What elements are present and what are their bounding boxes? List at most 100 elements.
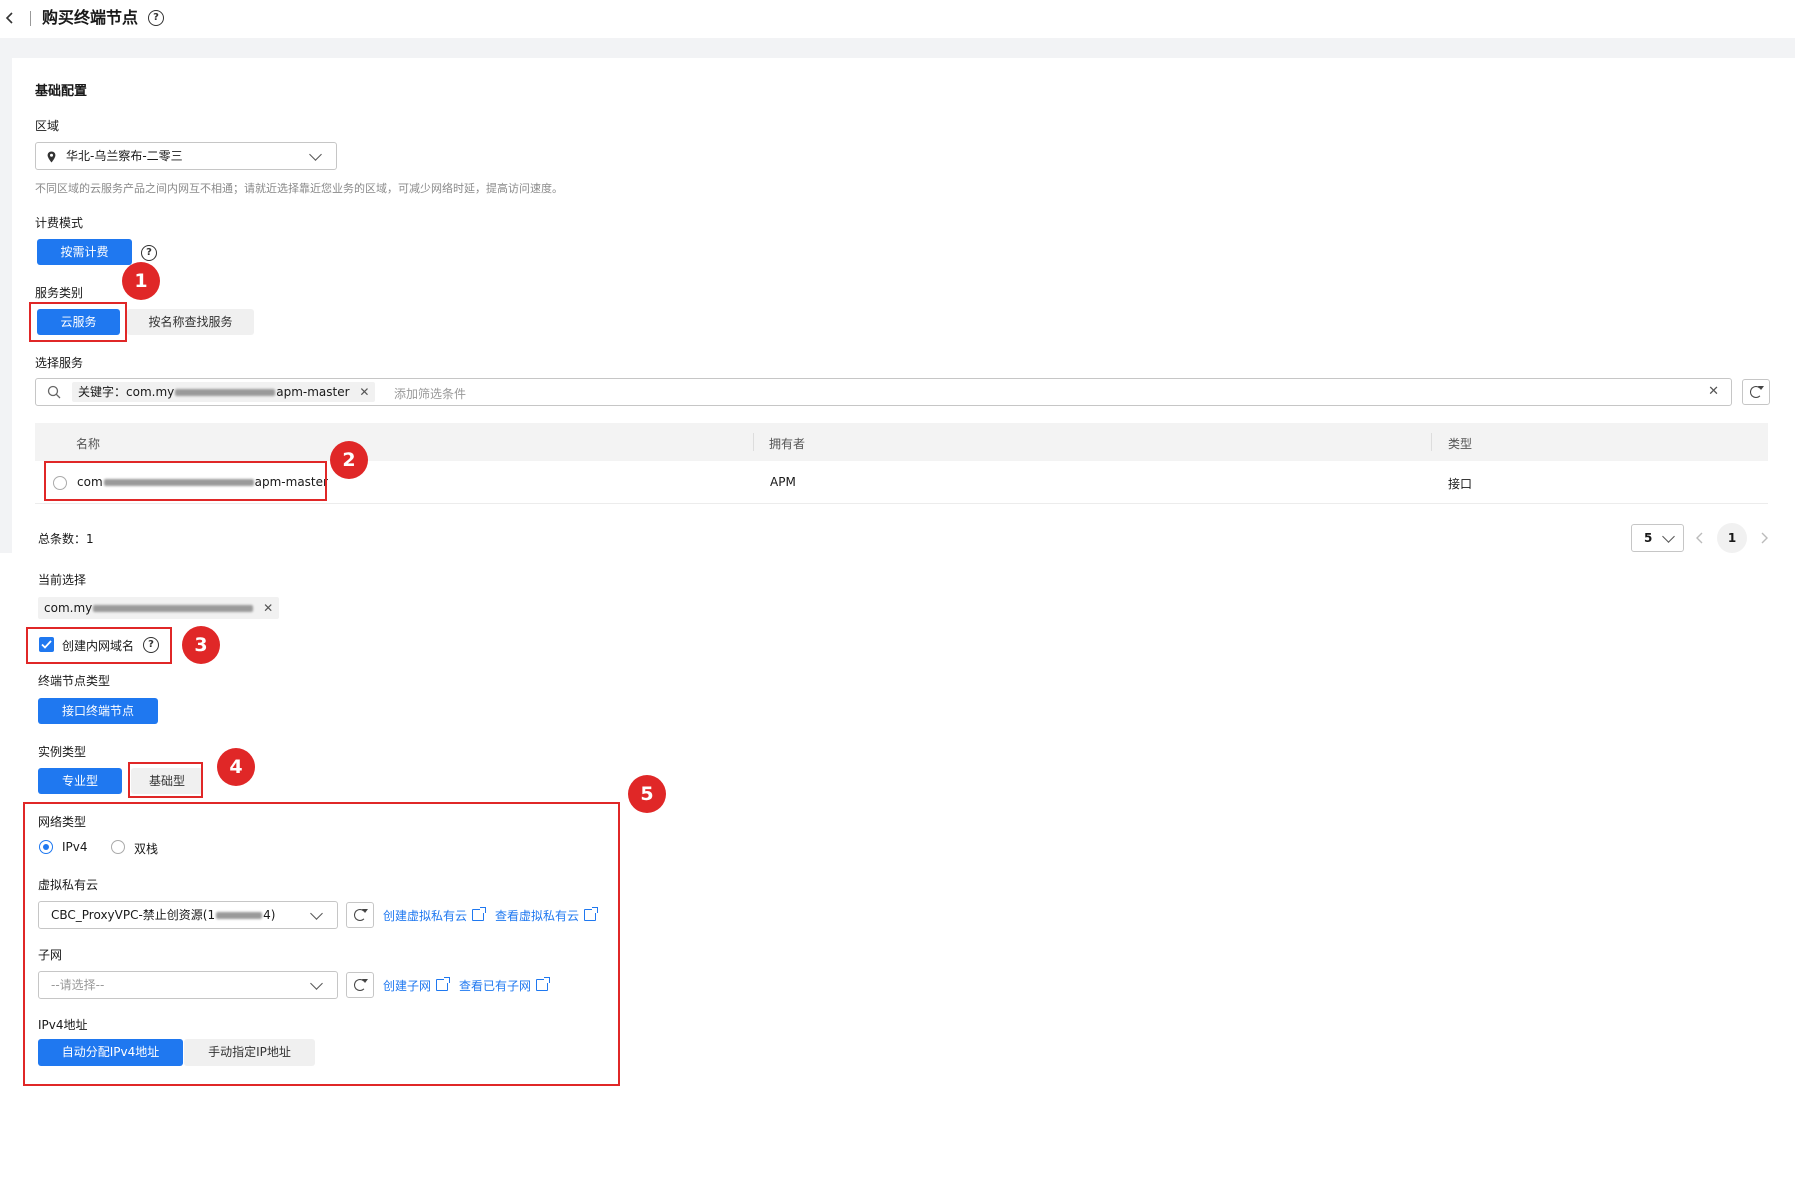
- region-value: 华北-乌兰察布-二零三: [66, 149, 183, 163]
- keyword-filter-chip: 关键字：com.my apm-master ✕: [72, 382, 376, 402]
- view-subnet-link-text: 查看已有子网: [459, 979, 532, 993]
- external-link-icon: [472, 907, 487, 921]
- dns-help-icon[interactable]: ?: [143, 637, 159, 653]
- vpc-value: CBC_ProxyVPC-禁止创资源(1 4): [51, 902, 275, 928]
- page-background: [0, 38, 1795, 58]
- network-type-dualstack-radio[interactable]: [111, 840, 125, 854]
- redacted-text: [93, 605, 254, 612]
- create-vpc-link-text: 创建虚拟私有云: [383, 909, 468, 923]
- back-arrow-icon[interactable]: [2, 10, 18, 26]
- network-type-ipv4-radio[interactable]: [39, 840, 53, 854]
- keyword-chip-suffix: apm-master: [276, 385, 350, 399]
- page-title: 购买终端节点: [42, 8, 139, 27]
- row-owner: APM: [770, 475, 796, 489]
- top-bar: [0, 0, 1795, 38]
- selection-close-icon[interactable]: ✕: [263, 601, 273, 615]
- annotation-badge-1: 1: [122, 262, 160, 300]
- redacted-text: [216, 912, 263, 919]
- page-number-current[interactable]: 1: [1717, 523, 1747, 553]
- column-divider: [1431, 433, 1432, 451]
- endpoint-type-label: 终端节点类型: [38, 674, 111, 688]
- search-refresh-icon[interactable]: [1742, 379, 1770, 405]
- keyword-chip-prefix: 关键字：com.my: [78, 385, 175, 399]
- vpc-select[interactable]: CBC_ProxyVPC-禁止创资源(1 4): [38, 901, 338, 929]
- column-header-type: 类型: [1448, 437, 1473, 451]
- next-page-icon[interactable]: [1759, 531, 1769, 545]
- network-type-dualstack-label[interactable]: 双栈: [134, 840, 158, 857]
- view-subnet-link[interactable]: 查看已有子网: [459, 977, 551, 994]
- network-type-ipv4-label[interactable]: IPv4: [62, 840, 88, 854]
- external-link-icon: [536, 977, 551, 991]
- total-count: 总条数：1: [38, 530, 94, 547]
- chip-close-icon[interactable]: ✕: [359, 385, 369, 399]
- subnet-label: 子网: [38, 948, 63, 962]
- chevron-down-icon: [310, 977, 323, 990]
- title-separator: [30, 11, 31, 26]
- create-subnet-link[interactable]: 创建子网: [383, 977, 451, 994]
- external-link-icon: [436, 977, 451, 991]
- billing-help-icon[interactable]: ?: [141, 245, 157, 261]
- category-by-name-button[interactable]: 按名称查找服务: [127, 309, 254, 335]
- view-vpc-link-text: 查看虚拟私有云: [495, 909, 580, 923]
- page-size-select[interactable]: 5: [1631, 524, 1684, 552]
- clear-search-icon[interactable]: ✕: [1708, 384, 1719, 399]
- annotation-badge-2: 2: [330, 441, 368, 479]
- current-selection-label: 当前选择: [38, 573, 87, 587]
- row-type: 接口: [1448, 477, 1473, 491]
- column-header-name: 名称: [76, 437, 101, 451]
- location-pin-icon: [47, 151, 56, 163]
- total-value: 1: [86, 532, 94, 546]
- network-type-label: 网络类型: [38, 815, 87, 829]
- prev-page-icon[interactable]: [1695, 531, 1705, 545]
- section-title: 基础配置: [35, 84, 88, 99]
- redacted-text: [175, 389, 276, 396]
- instance-type-label: 实例类型: [38, 745, 87, 759]
- create-dns-checkbox[interactable]: [39, 637, 54, 652]
- ipv4-auto-assign-button[interactable]: 自动分配IPv4地址: [38, 1039, 183, 1066]
- annotation-box-4: [128, 762, 203, 798]
- chevron-down-icon: [309, 148, 322, 161]
- checkmark-icon: [41, 640, 52, 649]
- create-subnet-link-text: 创建子网: [383, 979, 432, 993]
- current-selection-chip: com.my ✕: [38, 597, 280, 619]
- total-label: 总条数：: [38, 532, 87, 546]
- annotation-badge-4: 4: [217, 748, 255, 786]
- column-header-owner: 拥有者: [769, 437, 806, 451]
- view-vpc-link[interactable]: 查看虚拟私有云: [495, 907, 599, 924]
- subnet-select[interactable]: --请选择--: [38, 971, 338, 999]
- region-label: 区域: [35, 119, 60, 133]
- subnet-refresh-icon[interactable]: [346, 972, 374, 998]
- category-cloud-service-button[interactable]: 云服务: [37, 309, 120, 335]
- instance-type-professional-button[interactable]: 专业型: [38, 768, 122, 794]
- service-table-header: 名称 拥有者 类型: [35, 423, 1768, 461]
- annotation-badge-5: 5: [628, 775, 666, 813]
- page-size-value: 5: [1644, 531, 1653, 545]
- ipv4-address-label: IPv4地址: [38, 1018, 88, 1032]
- page-background-left: [0, 58, 12, 553]
- billing-on-demand-button[interactable]: 按需计费: [37, 239, 132, 265]
- chevron-down-icon: [1662, 530, 1675, 543]
- help-icon[interactable]: ?: [148, 10, 164, 26]
- vpc-value-prefix: CBC_ProxyVPC-禁止创资源(1: [51, 908, 216, 922]
- service-category-label: 服务类别: [35, 286, 84, 300]
- billing-label: 计费模式: [35, 216, 84, 230]
- vpc-value-suffix: 4): [263, 908, 276, 922]
- annotation-badge-3: 3: [182, 626, 220, 664]
- search-icon: [47, 385, 61, 399]
- column-divider: [753, 433, 754, 451]
- selection-prefix: com.my: [44, 601, 93, 615]
- endpoint-type-interface-button[interactable]: 接口终端节点: [38, 698, 158, 724]
- external-link-icon: [584, 907, 599, 921]
- annotation-box-2: [44, 461, 327, 501]
- create-vpc-link[interactable]: 创建虚拟私有云: [383, 907, 487, 924]
- ipv4-manual-button[interactable]: 手动指定IP地址: [184, 1039, 315, 1066]
- region-hint: 不同区域的云服务产品之间内网互不相通；请就近选择靠近您业务的区域，可减少网络时延…: [35, 182, 563, 195]
- service-search-bar[interactable]: 关键字：com.my apm-master ✕ 添加筛选条件 ✕: [35, 378, 1732, 406]
- region-select[interactable]: 华北-乌兰察布-二零三: [35, 142, 337, 170]
- create-dns-label[interactable]: 创建内网域名: [62, 637, 134, 654]
- vpc-refresh-icon[interactable]: [346, 902, 374, 928]
- subnet-placeholder: --请选择--: [51, 978, 105, 992]
- chevron-down-icon: [310, 907, 323, 920]
- search-placeholder[interactable]: 添加筛选条件: [394, 385, 466, 402]
- vpc-label: 虚拟私有云: [38, 878, 99, 892]
